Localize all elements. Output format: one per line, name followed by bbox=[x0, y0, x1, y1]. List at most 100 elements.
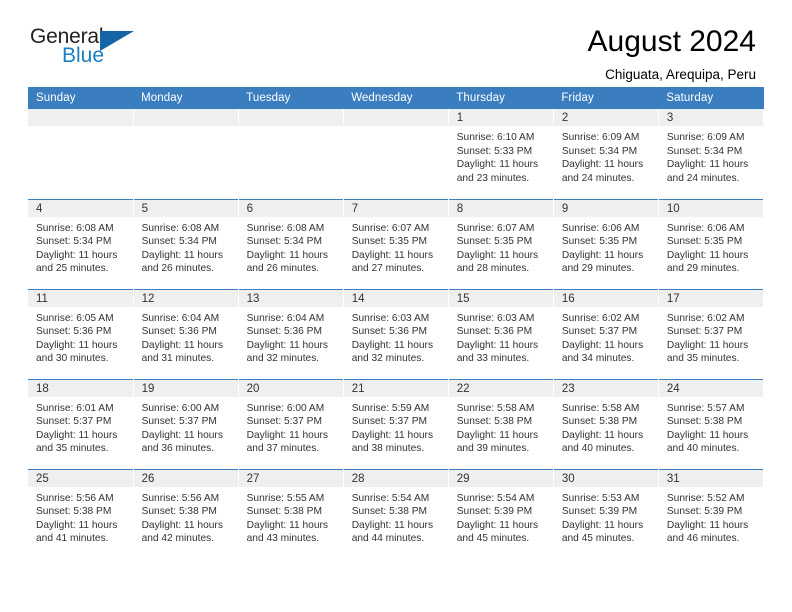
calendar-day-cell[interactable]: 25 Sunrise: 5:56 AM Sunset: 5:38 PM Dayligh… bbox=[28, 468, 134, 559]
calendar-day-cell[interactable]: 13 Sunrise: 6:04 AM Sunset: 5:36 PM Dayligh… bbox=[238, 288, 344, 379]
daylight-text-line2: and 39 minutes. bbox=[456, 443, 530, 455]
sunrise-text: Sunrise: 6:07 AM bbox=[456, 222, 535, 234]
daylight-text-line2: and 41 minutes. bbox=[36, 533, 109, 545]
calendar-empty-cell bbox=[133, 109, 239, 199]
calendar-day-cell[interactable]: 27 Sunrise: 5:55 AM Sunset: 5:38 PM Dayligh… bbox=[238, 468, 344, 559]
day-details: Sunrise: 6:06 AM Sunset: 5:35 PM Daylight:… bbox=[554, 217, 658, 276]
day-details: Sunrise: 6:04 AM Sunset: 5:36 PM Daylight:… bbox=[239, 307, 343, 366]
day-number: 12 bbox=[133, 290, 238, 307]
sunset-text: Sunset: 5:35 PM bbox=[351, 236, 428, 248]
calendar-day-cell[interactable]: 23 Sunrise: 5:58 AM Sunset: 5:38 PM Dayligh… bbox=[553, 378, 659, 469]
daylight-text-line2: and 24 minutes. bbox=[666, 172, 740, 184]
calendar-day-cell[interactable]: 15 Sunrise: 6:03 AM Sunset: 5:36 PM Dayligh… bbox=[448, 288, 554, 379]
title-block: August 2024 Chiguata, Arequipa, Peru bbox=[588, 26, 756, 82]
calendar-body: 1 Sunrise: 6:10 AM Sunset: 5:33 PM Daylight… bbox=[28, 109, 765, 559]
general-blue-logo[interactable]: General Blue bbox=[30, 26, 142, 74]
calendar-day-cell[interactable]: 4 Sunrise: 6:08 AM Sunset: 5:34 PM Daylight… bbox=[28, 198, 134, 289]
weekday-header-monday: Monday bbox=[133, 87, 239, 109]
calendar-day-cell[interactable]: 2 Sunrise: 6:09 AM Sunset: 5:34 PM Daylight… bbox=[553, 109, 659, 199]
sunset-text: Sunset: 5:34 PM bbox=[561, 145, 638, 157]
daylight-text-line2: and 34 minutes. bbox=[561, 353, 635, 365]
sunset-text: Sunset: 5:33 PM bbox=[456, 145, 533, 157]
sunrise-text: Sunrise: 6:03 AM bbox=[456, 312, 535, 324]
calendar-day-cell[interactable]: 31 Sunrise: 5:52 AM Sunset: 5:39 PM Dayligh… bbox=[658, 468, 765, 559]
day-number: 17 bbox=[658, 290, 763, 307]
daylight-text-line2: and 43 minutes. bbox=[246, 533, 320, 545]
day-number: 4 bbox=[28, 200, 133, 217]
page-header: General Blue August 2024 Chiguata, Arequ… bbox=[0, 0, 792, 82]
sunrise-text: Sunrise: 6:08 AM bbox=[141, 222, 220, 234]
sunrise-text: Sunrise: 5:58 AM bbox=[561, 402, 640, 414]
day-details: Sunrise: 6:02 AM Sunset: 5:37 PM Daylight:… bbox=[554, 307, 658, 366]
calendar-day-cell[interactable]: 30 Sunrise: 5:53 AM Sunset: 5:39 PM Dayligh… bbox=[553, 468, 659, 559]
calendar-day-cell[interactable]: 19 Sunrise: 6:00 AM Sunset: 5:37 PM Dayligh… bbox=[133, 378, 239, 469]
daylight-text-line1: Daylight: 11 hours bbox=[561, 429, 644, 441]
calendar-day-cell[interactable]: 17 Sunrise: 6:02 AM Sunset: 5:37 PM Dayligh… bbox=[658, 288, 765, 379]
calendar-day-cell[interactable]: 16 Sunrise: 6:02 AM Sunset: 5:37 PM Dayligh… bbox=[553, 288, 659, 379]
sunrise-text: Sunrise: 6:00 AM bbox=[141, 402, 220, 414]
day-number: 21 bbox=[343, 380, 448, 397]
day-number: 13 bbox=[238, 290, 343, 307]
calendar-day-cell[interactable]: 5 Sunrise: 6:08 AM Sunset: 5:34 PM Daylight… bbox=[133, 198, 239, 289]
calendar-week-row: 18 Sunrise: 6:01 AM Sunset: 5:37 PM Dayligh… bbox=[28, 378, 765, 469]
day-number: 2 bbox=[553, 109, 658, 126]
day-details: Sunrise: 6:08 AM Sunset: 5:34 PM Daylight:… bbox=[134, 217, 238, 276]
calendar-day-cell[interactable]: 24 Sunrise: 5:57 AM Sunset: 5:38 PM Dayligh… bbox=[658, 378, 765, 469]
calendar-day-cell[interactable]: 6 Sunrise: 6:08 AM Sunset: 5:34 PM Daylight… bbox=[238, 198, 344, 289]
day-number: 27 bbox=[238, 470, 343, 487]
day-details: Sunrise: 6:00 AM Sunset: 5:37 PM Daylight:… bbox=[134, 397, 238, 456]
calendar-day-cell[interactable]: 10 Sunrise: 6:06 AM Sunset: 5:35 PM Dayligh… bbox=[658, 198, 765, 289]
day-number bbox=[238, 109, 343, 126]
calendar-day-cell[interactable]: 1 Sunrise: 6:10 AM Sunset: 5:33 PM Daylight… bbox=[448, 109, 554, 199]
sunrise-text: Sunrise: 5:56 AM bbox=[141, 492, 220, 504]
day-details: Sunrise: 6:02 AM Sunset: 5:37 PM Daylight:… bbox=[659, 307, 763, 366]
day-details: Sunrise: 5:56 AM Sunset: 5:38 PM Daylight:… bbox=[28, 487, 132, 546]
daylight-text-line2: and 35 minutes. bbox=[36, 443, 109, 455]
calendar-day-cell[interactable]: 9 Sunrise: 6:06 AM Sunset: 5:35 PM Daylight… bbox=[553, 198, 659, 289]
calendar-day-cell[interactable]: 18 Sunrise: 6:01 AM Sunset: 5:37 PM Dayligh… bbox=[28, 378, 134, 469]
calendar-day-cell[interactable]: 7 Sunrise: 6:07 AM Sunset: 5:35 PM Daylight… bbox=[343, 198, 449, 289]
sunrise-text: Sunrise: 6:08 AM bbox=[246, 222, 325, 234]
daylight-text-line1: Daylight: 11 hours bbox=[666, 249, 749, 261]
calendar-day-cell[interactable]: 3 Sunrise: 6:09 AM Sunset: 5:34 PM Daylight… bbox=[658, 109, 765, 199]
calendar-day-cell[interactable]: 20 Sunrise: 6:00 AM Sunset: 5:37 PM Dayligh… bbox=[238, 378, 344, 469]
daylight-text-line1: Daylight: 11 hours bbox=[456, 159, 539, 171]
calendar-day-cell[interactable]: 22 Sunrise: 5:58 AM Sunset: 5:38 PM Dayligh… bbox=[448, 378, 554, 469]
sunset-text: Sunset: 5:35 PM bbox=[666, 236, 743, 248]
day-number: 31 bbox=[658, 470, 763, 487]
calendar-day-cell[interactable]: 21 Sunrise: 5:59 AM Sunset: 5:37 PM Dayligh… bbox=[343, 378, 449, 469]
day-number: 1 bbox=[448, 109, 553, 126]
daylight-text-line2: and 31 minutes. bbox=[141, 353, 215, 365]
calendar-day-cell[interactable]: 14 Sunrise: 6:03 AM Sunset: 5:36 PM Dayligh… bbox=[343, 288, 449, 379]
daylight-text-line2: and 27 minutes. bbox=[351, 263, 425, 275]
daylight-text-line2: and 30 minutes. bbox=[36, 353, 109, 365]
daylight-text-line2: and 26 minutes. bbox=[246, 263, 320, 275]
daylight-text-line1: Daylight: 11 hours bbox=[666, 519, 749, 531]
sunrise-text: Sunrise: 5:58 AM bbox=[456, 402, 535, 414]
sunrise-text: Sunrise: 5:54 AM bbox=[351, 492, 430, 504]
day-number: 7 bbox=[343, 200, 448, 217]
calendar-day-cell[interactable]: 11 Sunrise: 6:05 AM Sunset: 5:36 PM Dayligh… bbox=[28, 288, 134, 379]
day-number bbox=[343, 109, 448, 126]
sunrise-text: Sunrise: 6:07 AM bbox=[351, 222, 430, 234]
day-number: 18 bbox=[28, 380, 133, 397]
daylight-text-line2: and 45 minutes. bbox=[561, 533, 635, 545]
logo-triangle-icon bbox=[100, 31, 134, 51]
daylight-text-line1: Daylight: 11 hours bbox=[246, 519, 328, 531]
daylight-text-line1: Daylight: 11 hours bbox=[36, 429, 118, 441]
calendar-day-cell[interactable]: 28 Sunrise: 5:54 AM Sunset: 5:38 PM Dayligh… bbox=[343, 468, 449, 559]
calendar-day-cell[interactable]: 8 Sunrise: 6:07 AM Sunset: 5:35 PM Daylight… bbox=[448, 198, 554, 289]
daylight-text-line2: and 40 minutes. bbox=[666, 443, 740, 455]
calendar-day-cell[interactable]: 26 Sunrise: 5:56 AM Sunset: 5:38 PM Dayligh… bbox=[133, 468, 239, 559]
calendar-day-cell[interactable]: 29 Sunrise: 5:54 AM Sunset: 5:39 PM Dayligh… bbox=[448, 468, 554, 559]
calendar-day-cell[interactable]: 12 Sunrise: 6:04 AM Sunset: 5:36 PM Dayligh… bbox=[133, 288, 239, 379]
daylight-text-line1: Daylight: 11 hours bbox=[456, 429, 539, 441]
sunset-text: Sunset: 5:37 PM bbox=[666, 326, 743, 338]
sunset-text: Sunset: 5:35 PM bbox=[561, 236, 638, 248]
day-number bbox=[28, 109, 133, 126]
daylight-text-line1: Daylight: 11 hours bbox=[36, 519, 118, 531]
page-subtitle: Chiguata, Arequipa, Peru bbox=[605, 66, 756, 82]
day-details: Sunrise: 5:54 AM Sunset: 5:38 PM Daylight:… bbox=[344, 487, 448, 546]
sunset-text: Sunset: 5:38 PM bbox=[456, 416, 533, 428]
daylight-text-line1: Daylight: 11 hours bbox=[141, 339, 223, 351]
